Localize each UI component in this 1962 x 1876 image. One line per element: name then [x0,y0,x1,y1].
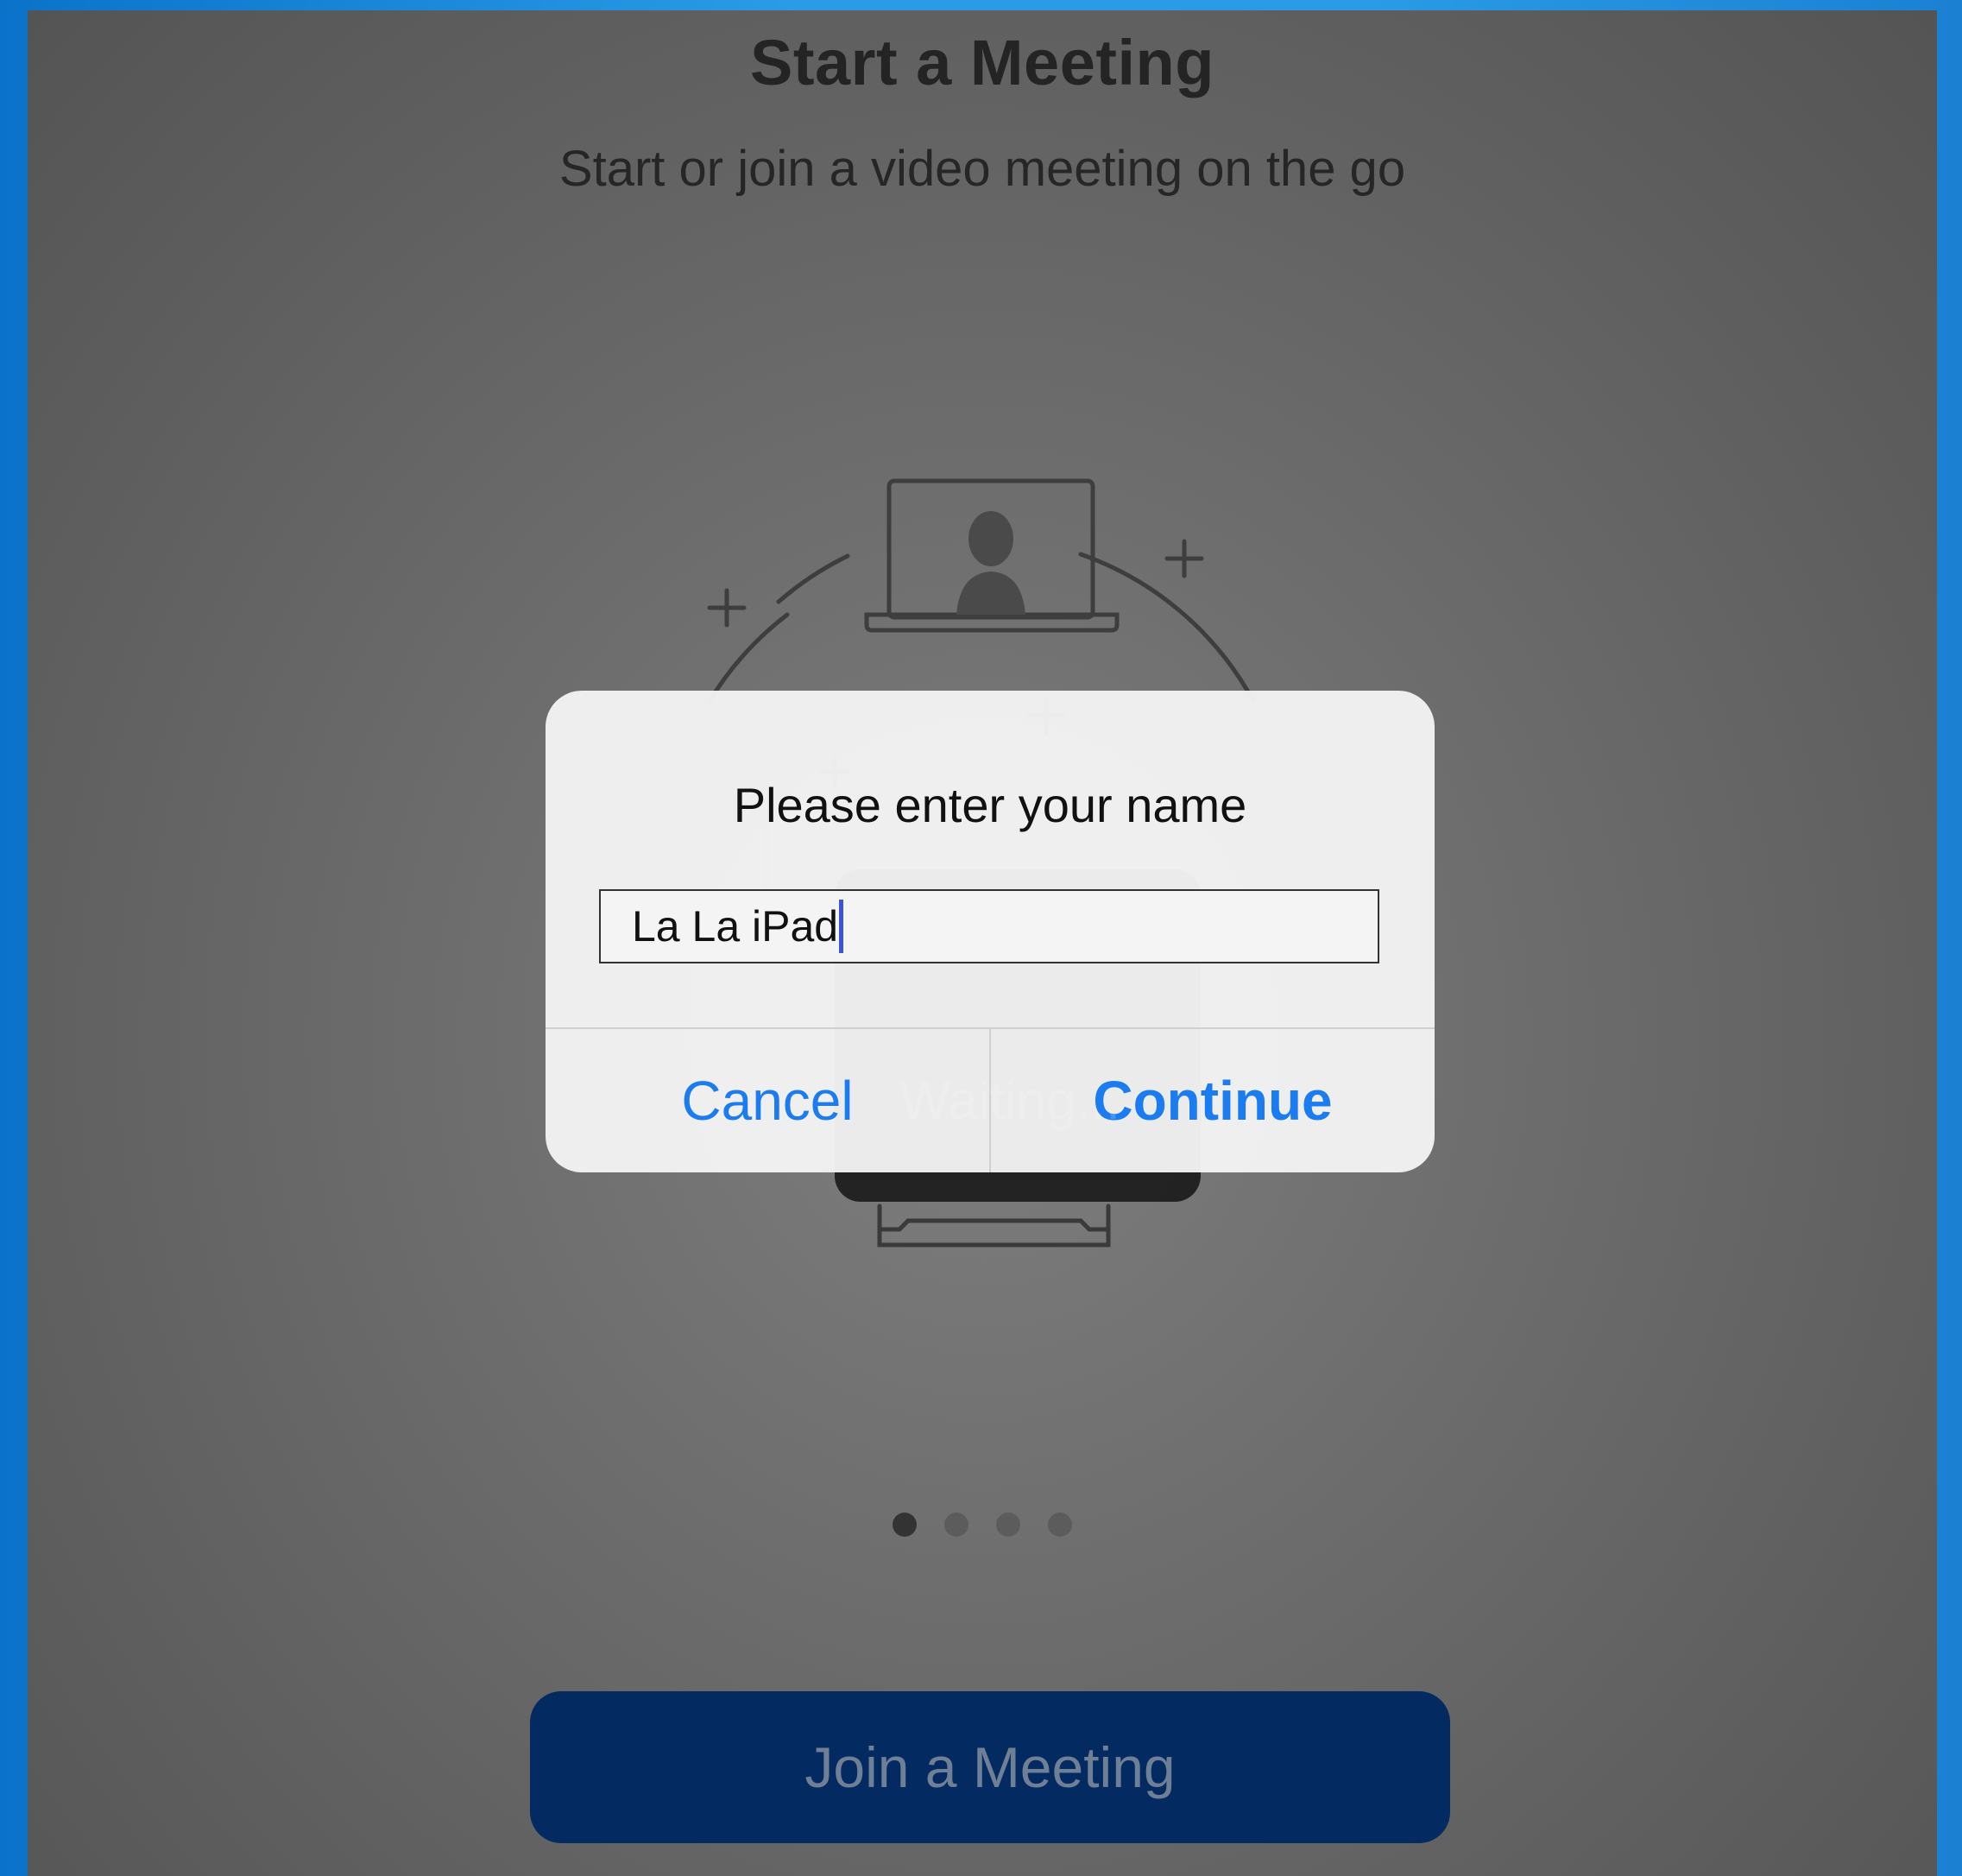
name-input[interactable]: La La iPad [599,889,1379,963]
waiting-label: Waiting... [899,1071,1121,1131]
name-input-value: La La iPad [632,902,839,951]
orbit-arc-left [707,612,790,704]
plus-icon [1164,539,1204,578]
plus-icon [707,588,747,628]
alert-title: Please enter your name [733,778,1247,832]
join-meeting-button[interactable]: Join a Meeting [530,1691,1450,1843]
monitor-foot-shape [877,1218,1111,1232]
page-dot-4[interactable] [1048,1513,1072,1537]
page-dot-2[interactable] [944,1513,968,1537]
orbit-arc-right [1078,552,1256,704]
orbit-arc-top-left [776,553,850,604]
page-indicator[interactable] [28,1513,1937,1537]
person-avatar-icon [956,511,1025,615]
monitor-base-shape [877,1203,1111,1248]
page-dot-1[interactable] [893,1513,917,1537]
page-dot-3[interactable] [996,1513,1020,1537]
text-caret [839,900,844,953]
app-screen: Start a Meeting Start or join a video me… [28,10,1937,1876]
